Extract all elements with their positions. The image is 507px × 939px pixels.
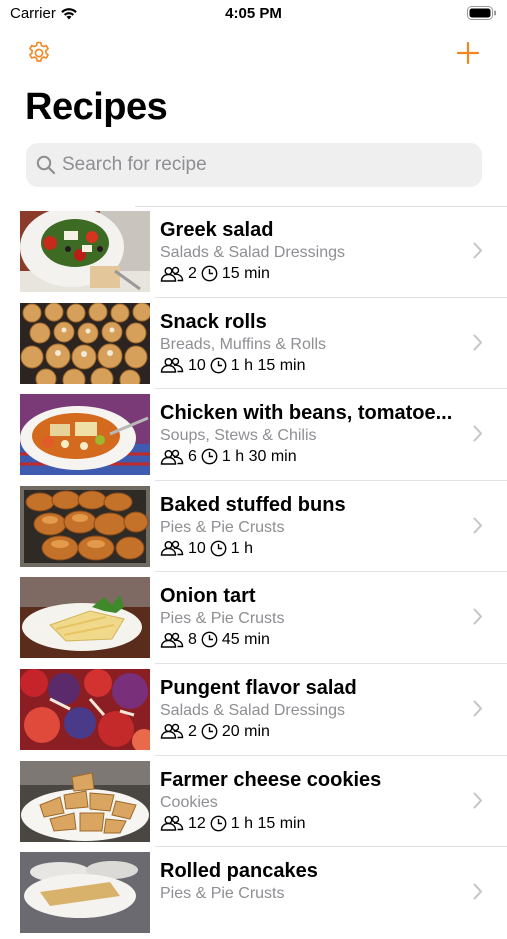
recipe-photo: [20, 211, 150, 292]
recipe-servings: 2: [188, 265, 197, 282]
settings-button[interactable]: [26, 40, 52, 66]
recipe-meta: 6 1 h 30 min: [160, 446, 460, 467]
recipe-row[interactable]: Onion tart Pies & Pie Crusts 8 45 min: [20, 572, 507, 664]
people-icon: [160, 724, 184, 740]
recipe-photo: [20, 760, 150, 842]
gear-icon: [29, 41, 49, 62]
recipe-info: Onion tart Pies & Pie Crusts 8 45 min: [160, 584, 460, 650]
recipe-info: Pungent flavor salad Salads & Salad Dres…: [160, 676, 460, 742]
search-bar[interactable]: [26, 143, 482, 187]
recipe-row[interactable]: Baked stuffed buns Pies & Pie Crusts 10 …: [20, 481, 507, 573]
recipe-info: Chicken with beans, tomatoe... Soups, St…: [160, 401, 460, 467]
recipe-list: Greek salad Salads & Salad Dressings 2 1…: [20, 206, 507, 939]
recipe-row[interactable]: Snack rolls Breads, Muffins & Rolls 10 1…: [20, 298, 507, 390]
recipe-photo: [20, 394, 150, 476]
recipe-name: Onion tart: [160, 585, 256, 608]
chevron-right-icon: [473, 608, 482, 625]
clock-icon: [201, 723, 218, 740]
recipe-category: Salads & Salad Dressings: [160, 701, 345, 719]
people-icon: [160, 449, 184, 465]
recipe-name: Snack rolls: [160, 310, 267, 333]
recipe-info: Snack rolls Breads, Muffins & Rolls 10 1…: [160, 310, 460, 376]
clock-icon: [201, 631, 218, 648]
recipe-meta: 10 1 h 15 min: [160, 355, 460, 376]
recipe-category: Salads & Salad Dressings: [160, 244, 345, 261]
search-icon: [36, 155, 56, 175]
chevron-right-icon: [473, 883, 482, 900]
recipe-info: Baked stuffed buns Pies & Pie Crusts 10 …: [160, 493, 460, 559]
recipe-servings: 6: [188, 448, 197, 466]
chevron-right-icon: [473, 242, 482, 259]
clock-icon: [210, 815, 227, 831]
chevron-right-icon: [473, 517, 482, 534]
recipe-time: 1 h 15 min: [230, 814, 306, 832]
recipe-info: Farmer cheese cookies Cookies 12 1 h 15 …: [160, 768, 460, 834]
people-icon: [160, 815, 184, 831]
recipe-name: Farmer cheese cookies: [160, 768, 382, 791]
people-icon: [160, 540, 184, 556]
recipe-servings: 2: [188, 722, 197, 740]
chevron-right-icon: [473, 425, 482, 442]
page-title: Recipes: [25, 86, 168, 128]
chevron-right-icon: [473, 334, 482, 351]
recipe-row[interactable]: Pungent flavor salad Salads & Salad Dres…: [20, 664, 507, 756]
recipe-row[interactable]: Greek salad Salads & Salad Dressings 2 1…: [20, 206, 507, 298]
recipe-time: 20 min: [221, 722, 270, 740]
recipe-row[interactable]: Rolled pancakes Pies & Pie Crusts: [20, 847, 507, 939]
recipe-info: Greek salad Salads & Salad Dressings 2 1…: [160, 218, 460, 284]
people-icon: [160, 357, 184, 373]
people-icon: [160, 632, 184, 648]
recipe-time: 45 min: [221, 631, 270, 649]
recipe-name: Baked stuffed buns: [160, 493, 346, 516]
recipe-category: Soups, Stews & Chilis: [160, 427, 317, 445]
recipe-name: Rolled pancakes: [160, 860, 318, 883]
recipe-meta: 2 20 min: [160, 721, 460, 742]
recipe-info: Rolled pancakes Pies & Pie Crusts: [160, 859, 460, 904]
recipe-time: 15 min: [221, 265, 270, 282]
recipe-time: 1 h 30 min: [221, 448, 297, 466]
recipe-meta: 2 15 min: [160, 263, 460, 284]
people-icon: [160, 266, 184, 282]
recipe-servings: 12: [188, 814, 206, 832]
recipe-meta: 8 45 min: [160, 629, 460, 650]
recipe-servings: 10: [188, 539, 206, 557]
clock-icon: [210, 357, 227, 373]
recipe-photo: [20, 852, 150, 934]
recipe-category: Cookies: [160, 793, 218, 811]
status-bar: Carrier 4:05 PM: [0, 0, 507, 30]
recipe-photo: [20, 302, 150, 384]
recipe-name: Chicken with beans, tomatoe...: [160, 402, 453, 425]
recipe-photo: [20, 485, 150, 567]
recipe-category: Pies & Pie Crusts: [160, 610, 285, 628]
recipe-category: Pies & Pie Crusts: [160, 885, 285, 903]
recipe-time: 1 h 15 min: [230, 356, 306, 374]
recipe-photo: [20, 668, 150, 750]
recipe-time: 1 h: [230, 539, 254, 557]
recipe-category: Breads, Muffins & Rolls: [160, 335, 326, 353]
recipe-row[interactable]: Farmer cheese cookies Cookies 12 1 h 15 …: [20, 756, 507, 848]
chevron-right-icon: [473, 700, 482, 717]
recipe-meta: 12 1 h 15 min: [160, 813, 460, 834]
clock-icon: [201, 265, 218, 282]
recipe-name: Pungent flavor salad: [160, 676, 357, 699]
navigation-bar: [0, 38, 507, 68]
clock-icon: [201, 448, 218, 465]
recipe-servings: 10: [188, 356, 206, 374]
recipe-photo: [20, 577, 150, 659]
recipe-servings: 8: [188, 631, 197, 649]
recipe-name: Greek salad: [160, 219, 274, 241]
add-recipe-button[interactable]: [455, 40, 481, 66]
battery-icon: [467, 6, 497, 25]
plus-icon: [456, 41, 480, 65]
status-time: 4:05 PM: [225, 5, 282, 22]
search-input[interactable]: [62, 143, 472, 187]
recipe-category: Pies & Pie Crusts: [160, 518, 285, 536]
recipe-meta: 10 1 h: [160, 538, 460, 559]
chevron-right-icon: [473, 792, 482, 809]
clock-icon: [210, 540, 227, 557]
recipe-row[interactable]: Chicken with beans, tomatoe... Soups, St…: [20, 389, 507, 481]
